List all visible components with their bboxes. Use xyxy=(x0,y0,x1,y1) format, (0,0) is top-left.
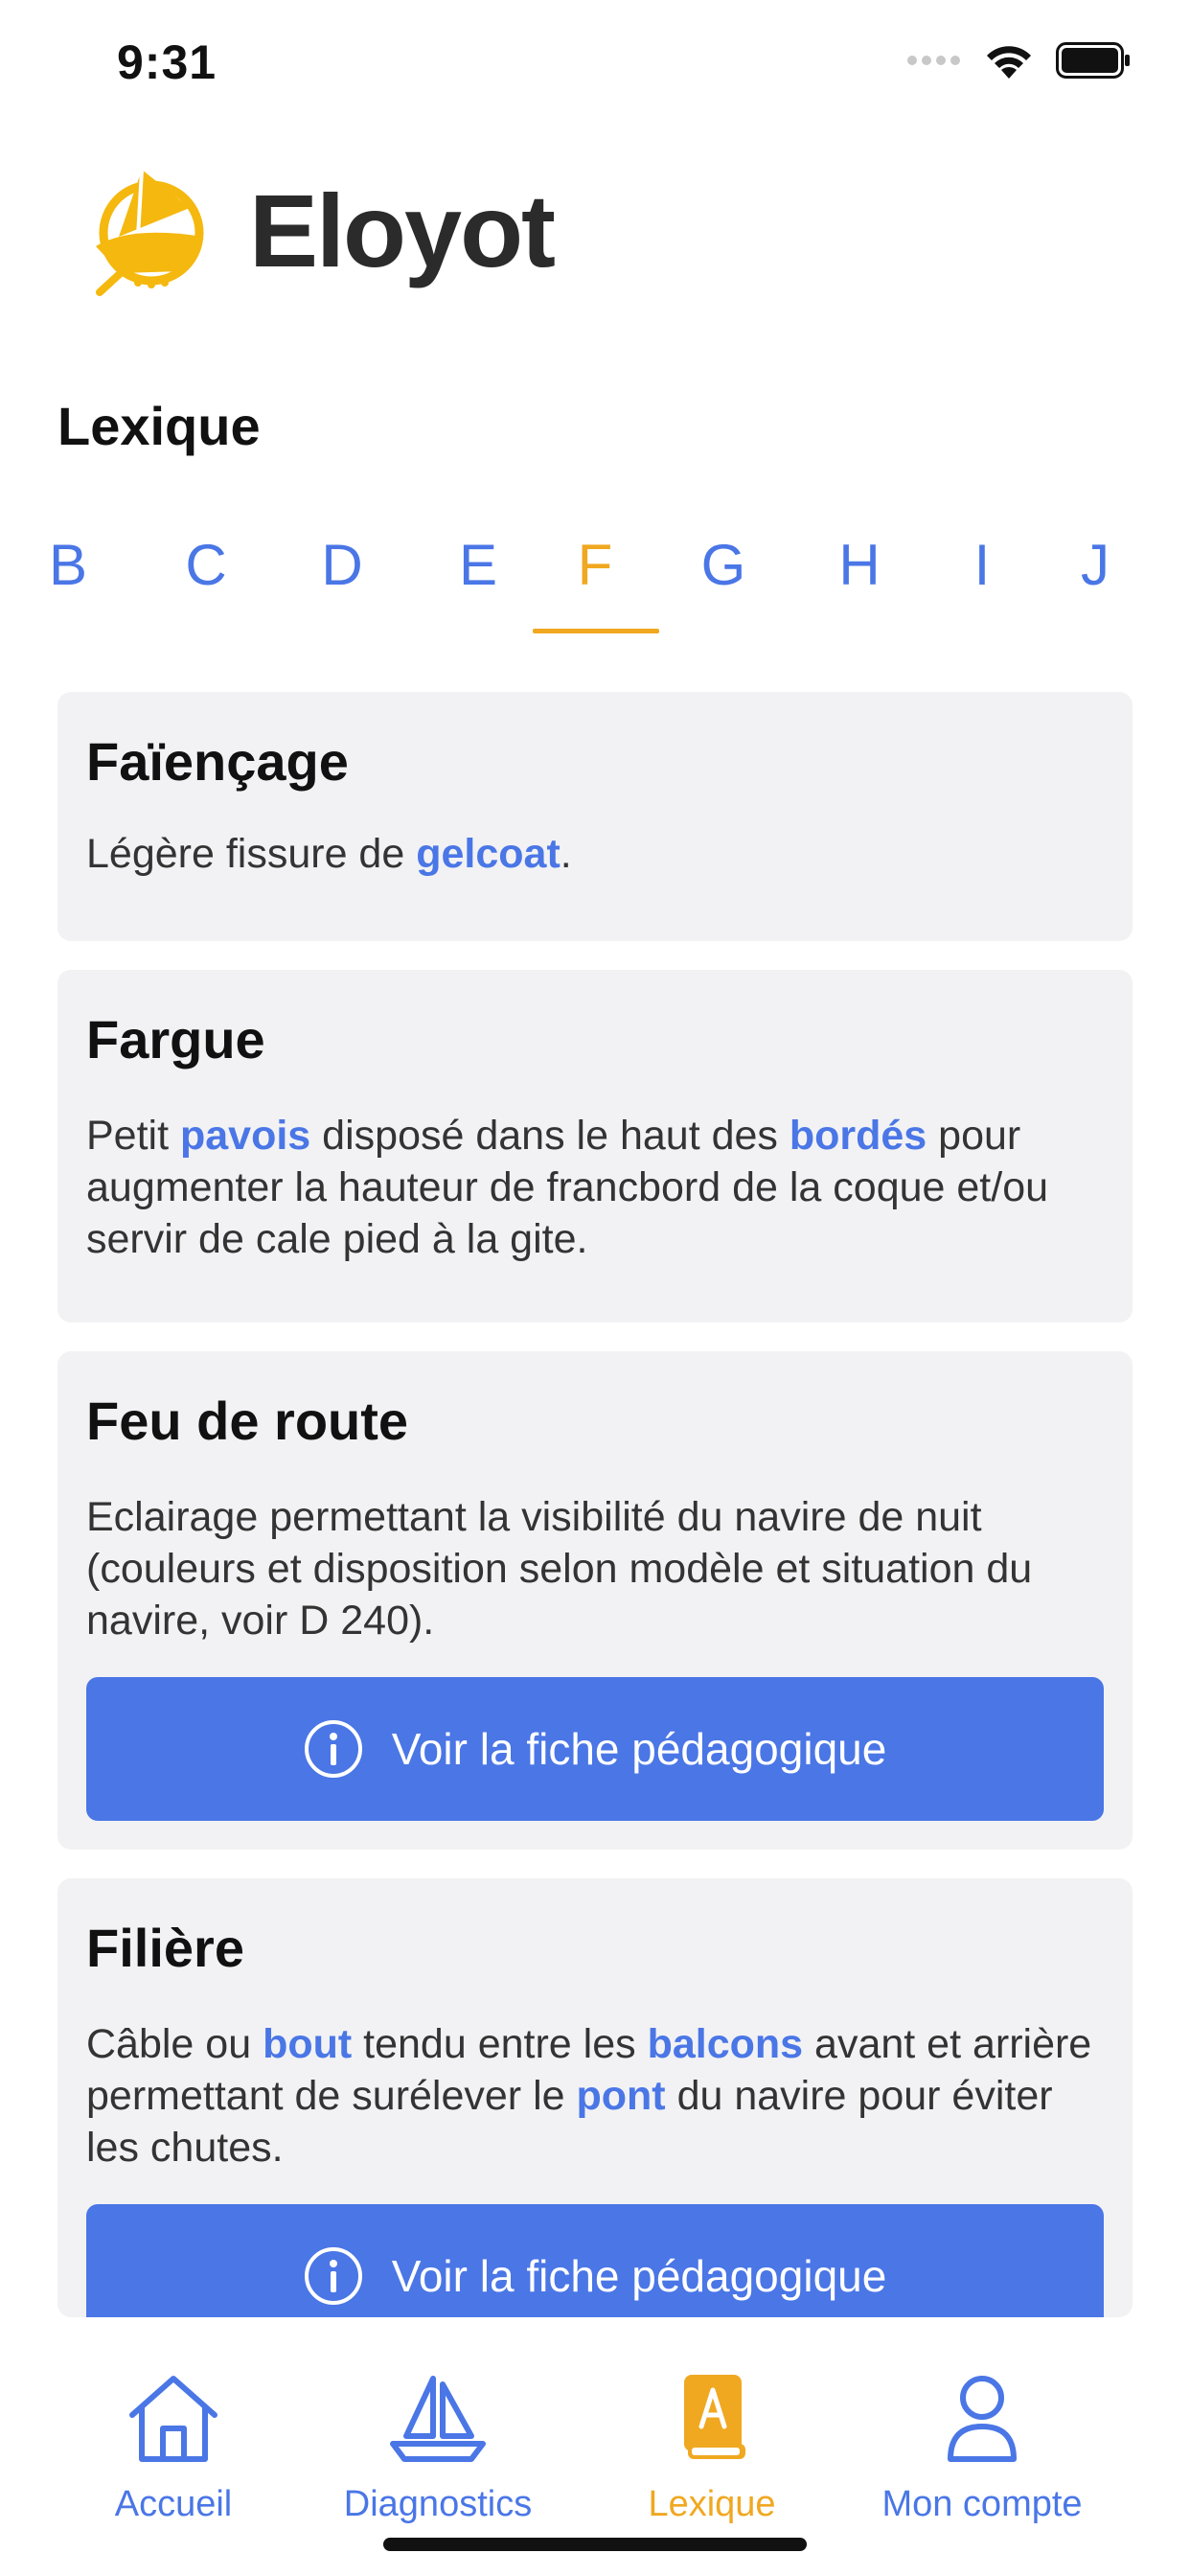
nav-item-lexique[interactable]: Lexique xyxy=(573,2317,851,2525)
nav-item-diagnostics[interactable]: Diagnostics xyxy=(299,2317,577,2525)
page-title: Lexique xyxy=(57,396,261,456)
tab-letter-e[interactable]: E xyxy=(416,518,540,613)
lexicon-term: Faïençage xyxy=(86,731,349,792)
definition-text: tendu entre les xyxy=(352,2021,648,2067)
home-indicator xyxy=(383,2538,807,2551)
glossary-link[interactable]: pont xyxy=(577,2073,666,2119)
tab-letter-j[interactable]: J xyxy=(1033,518,1157,613)
nav-label: Accueil xyxy=(114,2484,233,2524)
lexicon-definition: Eclairage permettant la visibilité du na… xyxy=(86,1491,1104,1646)
app-title: Eloyot xyxy=(249,172,556,288)
status-bar: 9:31 xyxy=(0,0,1190,134)
tab-letter-g[interactable]: G xyxy=(661,518,786,613)
view-fiche-label: Voir la fiche pédagogique xyxy=(391,2251,887,2301)
status-time: 9:31 xyxy=(117,35,217,89)
nav-item-accueil[interactable]: Accueil xyxy=(34,2317,312,2525)
letter-tabs: B C D E F G H I J xyxy=(0,518,1190,642)
tab-letter-d[interactable]: D xyxy=(280,518,404,613)
lexicon-definition: Petit pavois disposé dans le haut des bo… xyxy=(86,1110,1104,1265)
glossary-link[interactable]: gelcoat xyxy=(416,831,561,877)
signal-icon xyxy=(907,56,960,65)
definition-text: Légère fissure de xyxy=(86,831,417,877)
info-icon xyxy=(304,1720,362,1778)
lexicon-card: Fargue Petit pavois disposé dans le haut… xyxy=(57,970,1133,1322)
home-icon xyxy=(129,2376,217,2462)
definition-text: disposé dans le haut des xyxy=(310,1113,790,1159)
active-tab-indicator xyxy=(533,629,659,633)
tab-letter-f[interactable]: F xyxy=(533,518,657,613)
glossary-link[interactable]: pavois xyxy=(180,1113,310,1159)
user-icon xyxy=(948,2376,1017,2462)
lexicon-card: Feu de route Eclairage permettant la vis… xyxy=(57,1351,1133,1850)
glossary-link[interactable]: balcons xyxy=(648,2021,804,2067)
definition-text: . xyxy=(560,831,572,877)
app-header: Eloyot xyxy=(82,153,556,307)
lexicon-term: Filière xyxy=(86,1918,244,1978)
lexicon-definition: Légère fissure de gelcoat. xyxy=(86,828,1104,880)
lexicon-card: Filière Câble ou bout tendu entre les ba… xyxy=(57,1878,1133,2348)
lexicon-term: Fargue xyxy=(86,1009,265,1070)
definition-text: Petit xyxy=(86,1113,180,1159)
info-icon xyxy=(304,2247,362,2305)
wifi-icon xyxy=(987,46,1031,79)
lexicon-term: Feu de route xyxy=(86,1391,409,1451)
status-icons xyxy=(906,40,1131,80)
definition-text: Eclairage permettant la visibilité du na… xyxy=(86,1494,1033,1644)
book-icon xyxy=(684,2375,745,2459)
sailboat-icon xyxy=(390,2376,486,2462)
battery-icon xyxy=(1056,42,1130,79)
nav-label: Lexique xyxy=(648,2484,776,2524)
definition-text: Câble ou xyxy=(86,2021,263,2067)
glossary-link[interactable]: bout xyxy=(263,2021,352,2067)
tab-letter-c[interactable]: C xyxy=(144,518,268,613)
nav-label: Diagnostics xyxy=(343,2484,533,2524)
glossary-link[interactable]: bordés xyxy=(790,1113,927,1159)
view-fiche-button[interactable]: Voir la fiche pédagogique xyxy=(86,1677,1104,1821)
tab-letter-h[interactable]: H xyxy=(797,518,922,613)
view-fiche-label: Voir la fiche pédagogique xyxy=(391,1724,887,1774)
tab-letter-i[interactable]: I xyxy=(920,518,1044,613)
lexicon-card: Faïençage Légère fissure de gelcoat. xyxy=(57,692,1133,941)
lexicon-definition: Câble ou bout tendu entre les balcons av… xyxy=(86,2018,1104,2174)
nav-label: Mon compte xyxy=(881,2484,1083,2524)
sailboat-logo-icon xyxy=(96,169,204,296)
tab-letter-b[interactable]: B xyxy=(6,518,130,613)
nav-item-mon-compte[interactable]: Mon compte xyxy=(843,2317,1121,2525)
